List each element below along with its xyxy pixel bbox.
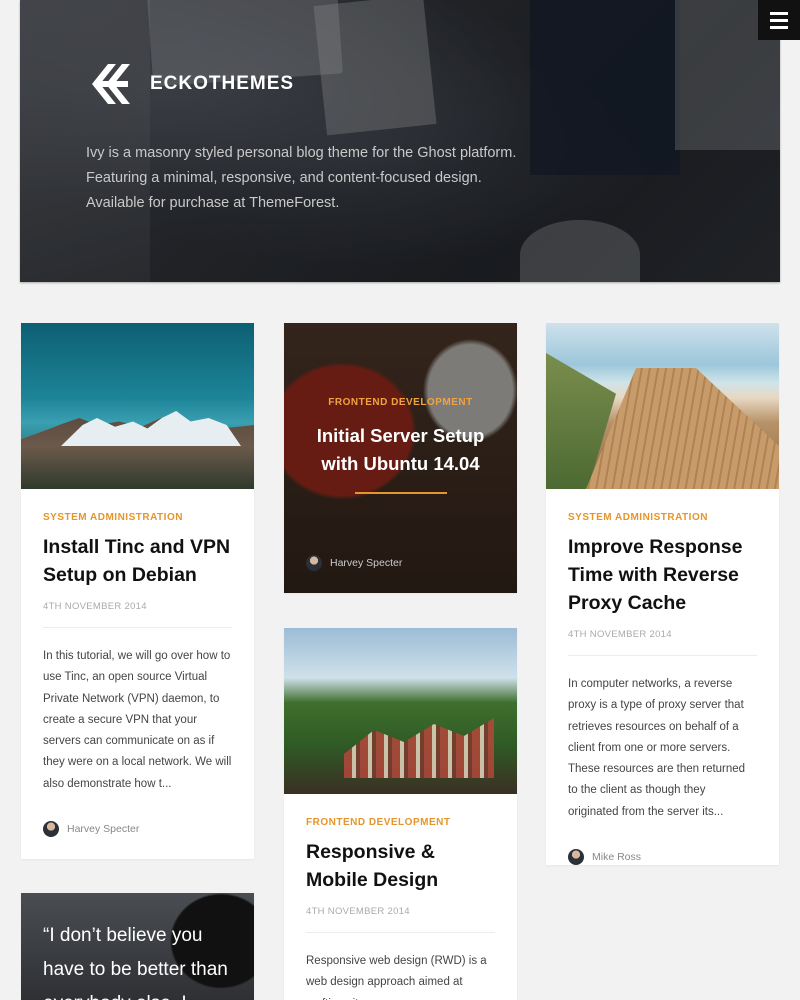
hamburger-menu-button[interactable]: [758, 0, 800, 40]
site-title: ECKOTHEMES: [150, 73, 295, 94]
post-title[interactable]: Improve Response Time with Reverse Proxy…: [568, 533, 757, 617]
site-description: Ivy is a masonry styled personal blog th…: [86, 145, 517, 211]
post-divider: [43, 627, 232, 628]
post-image-town[interactable]: [284, 628, 517, 794]
post-author[interactable]: Harvey Specter: [43, 821, 232, 838]
hero-banner: ECKOTHEMES Ivy is a masonry styled perso…: [20, 0, 780, 282]
post-category[interactable]: FRONTEND DEVELOPMENT: [306, 817, 495, 828]
post-excerpt: Responsive web design (RWD) is a web des…: [306, 955, 487, 1000]
author-name[interactable]: Harvey Specter: [67, 823, 139, 835]
post-date: 4TH NOVEMBER 2014: [306, 906, 410, 917]
featured-post-card[interactable]: FRONTEND DEVELOPMENT Initial Server Setu…: [284, 323, 517, 593]
post-title[interactable]: Install Tinc and VPN Setup on Debian: [43, 533, 232, 589]
post-date: 4TH NOVEMBER 2014: [568, 629, 672, 640]
author-name[interactable]: Mike Ross: [592, 851, 641, 863]
post-category[interactable]: SYSTEM ADMINISTRATION: [568, 512, 757, 523]
post-image-mountain[interactable]: [21, 323, 254, 489]
author-name[interactable]: Harvey Specter: [330, 557, 402, 569]
quote-text[interactable]: “I don’t believe you have to be better t…: [43, 919, 243, 1000]
site-logo-link[interactable]: ECKOTHEMES: [86, 64, 294, 104]
post-image-boardwalk[interactable]: [546, 323, 779, 489]
hamburger-line: [770, 18, 788, 22]
post-date: 4TH NOVEMBER 2014: [43, 601, 147, 612]
post-category[interactable]: FRONTEND DEVELOPMENT: [284, 397, 517, 408]
eckothemes-logo-icon: [92, 64, 130, 104]
post-divider: [568, 655, 757, 656]
post-title[interactable]: Initial Server Setup with Ubuntu 14.04: [284, 422, 517, 478]
post-divider: [306, 932, 495, 933]
post-category[interactable]: SYSTEM ADMINISTRATION: [43, 512, 232, 523]
title-underline: [354, 492, 447, 494]
avatar: [568, 849, 584, 865]
quote-post-card[interactable]: “I don’t believe you have to be better t…: [21, 893, 254, 1000]
post-excerpt: In this tutorial, we will go over how to…: [43, 650, 232, 790]
post-title[interactable]: Responsive & Mobile Design: [306, 838, 495, 894]
avatar: [306, 555, 322, 571]
post-excerpt: In computer networks, a reverse proxy is…: [568, 678, 746, 818]
post-author[interactable]: Harvey Specter: [306, 555, 402, 571]
post-author[interactable]: Mike Ross: [568, 849, 757, 865]
hamburger-menu-icon: [770, 11, 788, 15]
post-card[interactable]: SYSTEM ADMINISTRATION Improve Response T…: [546, 323, 779, 865]
avatar: [43, 821, 59, 838]
post-card[interactable]: FRONTEND DEVELOPMENT Responsive & Mobile…: [284, 628, 517, 1000]
post-card[interactable]: SYSTEM ADMINISTRATION Install Tinc and V…: [21, 323, 254, 859]
hamburger-line: [770, 25, 788, 29]
